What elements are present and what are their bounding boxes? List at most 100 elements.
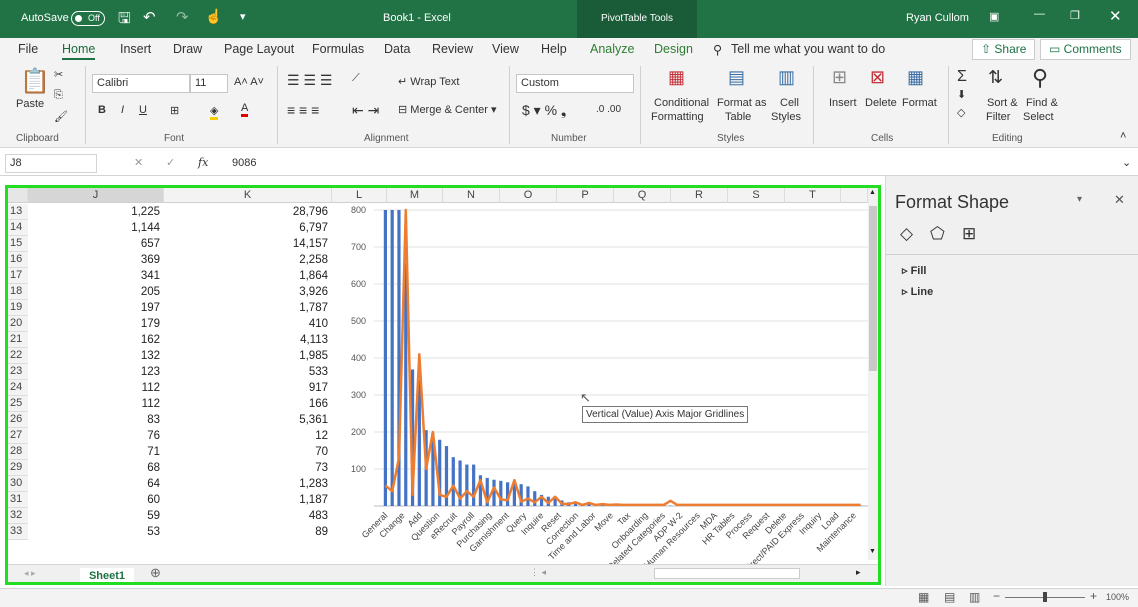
font-color-icon[interactable]: A xyxy=(241,102,249,117)
pane-options-icon[interactable]: ▾ xyxy=(1077,194,1082,205)
tab-analyze[interactable]: Analyze xyxy=(590,42,634,56)
redo-icon[interactable]: ↷ xyxy=(176,8,189,26)
delete-button[interactable]: Delete xyxy=(865,97,897,109)
row-header[interactable]: 26 xyxy=(8,412,28,428)
cell-j[interactable]: 76 xyxy=(28,428,160,444)
autosave-toggle[interactable]: Off xyxy=(71,11,105,26)
format-as-table-icon[interactable]: ▤ xyxy=(728,67,745,88)
x-tick-label[interactable]: Move xyxy=(592,510,615,533)
vertical-scrollbar[interactable]: ▲ ▼ xyxy=(868,188,878,560)
cell-label[interactable]: Cell xyxy=(780,97,799,109)
tab-insert[interactable]: Insert xyxy=(120,42,151,56)
merge-center-button[interactable]: ⊟ Merge & Center ▾ xyxy=(398,103,497,116)
cell-k[interactable]: 1,283 xyxy=(164,476,328,492)
tab-home[interactable]: Home xyxy=(62,42,96,60)
number-format-select[interactable]: Custom xyxy=(516,74,634,93)
insert-button[interactable]: Insert xyxy=(829,97,857,109)
pivot-chart[interactable]: 100200300400500600700800GeneralChangeAdd… xyxy=(332,203,868,565)
cell-j[interactable]: 657 xyxy=(28,236,160,252)
grow-font-icon[interactable]: A˄ A˅ xyxy=(234,76,264,88)
row-header[interactable]: 33 xyxy=(8,524,28,540)
cell-j[interactable]: 179 xyxy=(28,316,160,332)
font-name-select[interactable]: Calibri xyxy=(92,74,190,93)
row-header[interactable]: 15 xyxy=(8,236,28,252)
normal-view-icon[interactable]: ▦ xyxy=(918,590,929,604)
chart-line-series[interactable] xyxy=(384,208,861,507)
row-header[interactable]: 31 xyxy=(8,492,28,508)
expand-formula-icon[interactable]: ⌄ xyxy=(1122,156,1131,169)
insert-function-icon[interactable]: fx xyxy=(198,156,208,169)
tab-design[interactable]: Design xyxy=(654,42,693,56)
cell-k[interactable]: 70 xyxy=(164,444,328,460)
pane-close-icon[interactable]: ✕ xyxy=(1114,192,1125,208)
tab-file[interactable]: File xyxy=(18,42,38,56)
cell-k[interactable]: 4,113 xyxy=(164,332,328,348)
cell-j[interactable]: 197 xyxy=(28,300,160,316)
font-size-select[interactable]: 11 xyxy=(190,74,228,93)
scroll-right-icon[interactable]: ▸ xyxy=(856,567,861,578)
fill-color-icon[interactable]: ◈ xyxy=(210,104,219,120)
zoom-out-icon[interactable]: − xyxy=(993,589,1000,603)
y-tick-label[interactable]: 500 xyxy=(351,316,366,326)
prev-sheet-icon[interactable]: ◂ ▸ xyxy=(24,568,36,579)
cell-k[interactable]: 14,157 xyxy=(164,236,328,252)
row-header[interactable]: 23 xyxy=(8,364,28,380)
filter-label[interactable]: Filter xyxy=(986,111,1010,123)
cell-k[interactable]: 1,787 xyxy=(164,300,328,316)
chart-bar[interactable] xyxy=(451,457,455,506)
row-header[interactable]: 14 xyxy=(8,220,28,236)
cell-j[interactable]: 112 xyxy=(28,396,160,412)
fill-icon[interactable]: ⬇ xyxy=(957,88,966,101)
chart-bar[interactable] xyxy=(499,480,503,506)
chart-bar[interactable] xyxy=(472,464,476,506)
tab-formulas[interactable]: Formulas xyxy=(312,42,364,56)
sort-filter-icon[interactable]: ⇅ xyxy=(988,67,1003,88)
column-header-j[interactable]: J xyxy=(28,188,164,203)
cell-j[interactable]: 64 xyxy=(28,476,160,492)
cell-j[interactable]: 1,144 xyxy=(28,220,160,236)
decimal-icon[interactable]: .0 .00 xyxy=(596,104,621,115)
y-tick-label[interactable]: 800 xyxy=(351,205,366,215)
scroll-thumb[interactable] xyxy=(869,206,877,371)
customize-toolbar-icon[interactable]: ▾ xyxy=(240,10,246,23)
cell-k[interactable]: 483 xyxy=(164,508,328,524)
cell-k[interactable]: 5,361 xyxy=(164,412,328,428)
column-header-r[interactable]: R xyxy=(671,188,728,203)
column-header-o[interactable]: O xyxy=(500,188,557,203)
scroll-down-icon[interactable]: ▼ xyxy=(869,548,876,555)
zoom-slider-thumb[interactable] xyxy=(1043,592,1047,602)
cell-j[interactable]: 369 xyxy=(28,252,160,268)
orientation-icon[interactable]: ⟋ xyxy=(352,72,360,85)
page-break-view-icon[interactable]: ▥ xyxy=(969,590,980,604)
cell-k[interactable]: 533 xyxy=(164,364,328,380)
paste-icon[interactable]: 📋 xyxy=(20,67,50,96)
zoom-in-icon[interactable]: + xyxy=(1090,589,1097,603)
align-top-icon[interactable]: ☰ ☰ ☰ xyxy=(287,72,332,89)
column-header-l[interactable]: L xyxy=(332,188,387,203)
collapse-ribbon-icon[interactable]: ˄ xyxy=(1120,130,1126,142)
fill-section[interactable]: ▹ Fill xyxy=(902,264,926,277)
row-header[interactable]: 28 xyxy=(8,444,28,460)
row-header[interactable]: 30 xyxy=(8,476,28,492)
y-tick-label[interactable]: 400 xyxy=(351,353,366,363)
minimize-icon[interactable]: — xyxy=(1034,8,1045,20)
wrap-text-button[interactable]: ↵ Wrap Text xyxy=(398,75,459,88)
cell-k[interactable]: 73 xyxy=(164,460,328,476)
y-tick-label[interactable]: 300 xyxy=(351,390,366,400)
column-header-n[interactable]: N xyxy=(443,188,500,203)
column-header-u[interactable] xyxy=(841,188,868,203)
format-button[interactable]: Format xyxy=(902,97,937,109)
row-header[interactable]: 16 xyxy=(8,252,28,268)
line-section[interactable]: ▹ Line xyxy=(902,285,933,298)
row-header[interactable]: 19 xyxy=(8,300,28,316)
lightbulb-search-icon[interactable]: ⚲ xyxy=(713,42,722,57)
horizontal-scroll-thumb[interactable] xyxy=(654,568,800,579)
delete-cells-icon[interactable]: ⊠ xyxy=(870,67,885,88)
y-tick-label[interactable]: 700 xyxy=(351,242,366,252)
comments-button[interactable]: ▭ Comments xyxy=(1040,39,1131,60)
row-header[interactable]: 24 xyxy=(8,380,28,396)
column-header-t[interactable]: T xyxy=(785,188,841,203)
cell-k[interactable]: 917 xyxy=(164,380,328,396)
conditional-label[interactable]: Conditional xyxy=(654,97,709,109)
chart-bar[interactable] xyxy=(533,491,537,506)
